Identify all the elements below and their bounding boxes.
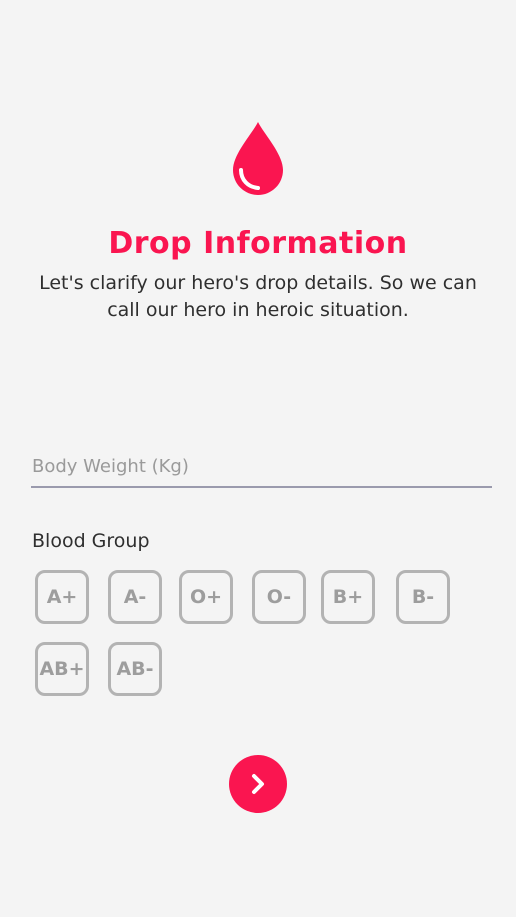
blood-group-ab-negative-button[interactable]: AB- <box>108 642 162 696</box>
blood-group-ab-positive-button[interactable]: AB+ <box>35 642 89 696</box>
blood-group-o-positive-button[interactable]: O+ <box>179 570 233 624</box>
page-title: Drop Information <box>108 226 408 261</box>
chevron-right-icon <box>252 774 264 794</box>
page-subtitle: Let's clarify our hero's drop details. S… <box>39 272 477 321</box>
body-weight-field <box>31 450 493 488</box>
body-weight-input[interactable] <box>31 450 493 483</box>
blood-group-label: Blood Group <box>32 530 150 552</box>
blood-drop-icon <box>233 122 283 195</box>
next-button[interactable] <box>229 755 287 813</box>
blood-group-b-positive-button[interactable]: B+ <box>321 570 375 624</box>
blood-group-o-negative-button[interactable]: O- <box>252 570 306 624</box>
blood-group-b-negative-button[interactable]: B- <box>396 570 450 624</box>
blood-group-a-positive-button[interactable]: A+ <box>35 570 89 624</box>
blood-group-a-negative-button[interactable]: A- <box>108 570 162 624</box>
